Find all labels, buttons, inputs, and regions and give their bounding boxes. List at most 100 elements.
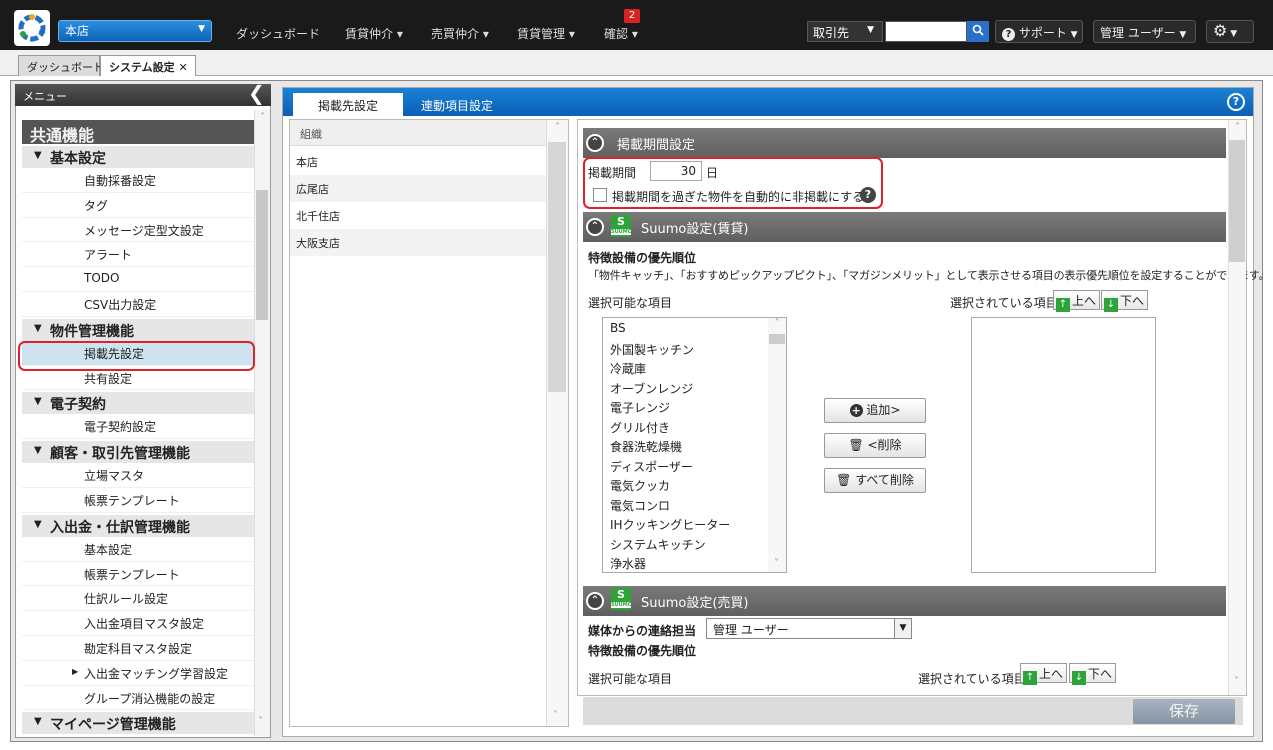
sidebar-item[interactable]: 勘定科目マスタ設定 xyxy=(22,636,254,661)
collapse-toggle-icon[interactable]: ⌃ xyxy=(586,134,604,152)
sidebar-group-accounting[interactable]: ▼ 入出金・仕訳管理機能 xyxy=(22,514,254,537)
sidebar-item[interactable]: 帳票テンプレート xyxy=(22,488,254,513)
org-row-hiroo[interactable]: 広尾店 xyxy=(290,175,546,202)
section-header-suumo-rent: Suumo設定(賃貸) xyxy=(583,212,1226,242)
search-input[interactable] xyxy=(885,21,967,42)
move-down-button[interactable]: ↓ 下へ xyxy=(1101,290,1149,312)
sidebar-item[interactable]: 帳票テンプレート xyxy=(22,562,254,587)
move-up-button[interactable]: ↑ 上へ xyxy=(1053,290,1101,312)
priority-description: 「物件キャッチ」、「おすすめピックアップピクト」、「マガジンメリット」として表示… xyxy=(588,269,1270,282)
list-item[interactable]: 冷蔵庫 xyxy=(610,360,646,377)
support-label: サポート xyxy=(1018,26,1067,40)
list-item[interactable]: 電気クッカ xyxy=(610,477,670,494)
sidebar-item[interactable]: メッセージ定型文設定 xyxy=(22,218,254,243)
save-button[interactable]: 保存 xyxy=(1133,699,1235,724)
user-menu-button[interactable]: 管理 ユーザー ▼ xyxy=(1093,20,1196,43)
group-label: 入出金・仕訳管理機能 xyxy=(50,519,190,536)
chevron-up-icon[interactable]: ˄ xyxy=(768,318,786,329)
selected-items-listbox[interactable] xyxy=(971,317,1156,573)
org-row-osaka[interactable]: 大阪支店 xyxy=(290,229,546,256)
move-down-button[interactable]: ↓ 下へ xyxy=(1069,663,1117,685)
sidebar-group-mypage[interactable]: ▼ マイページ管理機能 xyxy=(22,712,254,735)
group-label: 物件管理機能 xyxy=(50,323,134,340)
sidebar-item[interactable]: CSV出力設定 xyxy=(22,292,254,317)
nav-sales-brokerage[interactable]: 売買仲介 ▾ xyxy=(431,25,489,42)
arrow-up-icon: ↑ xyxy=(1056,298,1070,312)
sidebar-item[interactable]: タグ xyxy=(22,193,254,218)
collapse-toggle-icon[interactable]: ⌃ xyxy=(586,592,604,610)
chevron-up-icon[interactable]: ˄ xyxy=(1229,122,1246,133)
section-title: Suumo設定(賃貸) xyxy=(641,222,749,237)
chevron-down-icon: ▼ xyxy=(1070,30,1078,40)
sidebar-item[interactable]: アラート xyxy=(22,242,254,268)
sidebar-item[interactable]: 立場マスタ xyxy=(22,463,254,488)
caret-right-icon: ▶ xyxy=(72,666,79,676)
chevron-down-icon[interactable]: ˅ xyxy=(1234,676,1239,687)
caret-down-icon: ▼ xyxy=(34,396,42,408)
available-items-label: 選択可能な項目 xyxy=(588,296,673,310)
list-item[interactable]: IHクッキングヒーター xyxy=(610,516,730,533)
available-items-scroll-thumb[interactable] xyxy=(769,334,785,344)
org-row-kitasenju[interactable]: 北千住店 xyxy=(290,202,546,229)
page-tab-system-settings[interactable]: システム設定 ✕ xyxy=(100,55,196,76)
sidebar-item[interactable]: 電子契約設定 xyxy=(22,414,254,440)
chevron-down-icon[interactable]: ˅ xyxy=(553,710,558,721)
collapse-sidebar-icon[interactable]: ❮ xyxy=(248,83,265,103)
list-item[interactable]: グリル付き xyxy=(610,419,670,436)
help-icon[interactable]: ? xyxy=(1227,93,1245,111)
list-item[interactable]: オーブンレンジ xyxy=(610,380,693,397)
content-scroll-thumb[interactable] xyxy=(1229,140,1245,262)
list-item[interactable]: BS xyxy=(610,321,626,335)
page-tab-dashboard[interactable]: ダッシュボード xyxy=(18,55,104,76)
collapse-toggle-icon[interactable]: ⌃ xyxy=(586,218,604,236)
add-item-button[interactable]: + 追加> xyxy=(824,398,926,423)
list-item[interactable]: ディスポーザー xyxy=(610,458,693,475)
contact-person-select[interactable]: 管理 ユーザー xyxy=(706,618,912,639)
sidebar-scroll-thumb[interactable] xyxy=(256,190,268,320)
search-target-select[interactable]: 取引先 ▼ xyxy=(807,21,883,42)
search-button[interactable] xyxy=(967,21,989,42)
group-label: 電子契約 xyxy=(50,397,106,414)
list-item[interactable]: 外国製キッチン xyxy=(610,341,694,358)
sidebar-item[interactable]: 基本設定 xyxy=(22,537,254,562)
settings-menu-button[interactable]: ⚙ ▼ xyxy=(1206,20,1254,43)
sidebar-item-expandable[interactable]: ▶ 入出金マッチング学習設定 xyxy=(22,661,254,686)
list-item[interactable]: 食器洗乾燥機 xyxy=(610,438,682,455)
org-list-scroll-thumb[interactable] xyxy=(548,142,566,392)
sidebar-group-customer-management[interactable]: ▼ 顧客・取引先管理機能 xyxy=(22,441,254,464)
sidebar-group-basic-settings[interactable]: ▼ 基本設定 xyxy=(22,146,254,168)
sidebar-item[interactable]: 仕訳ルール設定 xyxy=(22,586,254,612)
list-item[interactable]: 浄水器 xyxy=(610,555,646,572)
tab-linked-fields[interactable]: 連動項目設定 xyxy=(405,93,509,116)
nav-confirm[interactable]: 確認 ▾ xyxy=(604,25,638,42)
sidebar-group-e-contract[interactable]: ▼ 電子契約 xyxy=(22,392,254,415)
support-menu-button[interactable]: ? サポート ▼ xyxy=(995,20,1083,43)
sidebar-item[interactable]: 入出金項目マスタ設定 xyxy=(22,611,254,636)
app-logo-icon[interactable] xyxy=(14,10,50,46)
sidebar-item[interactable]: グループ消込機能の設定 xyxy=(22,686,254,711)
org-row-honten[interactable]: 本店 xyxy=(290,148,546,175)
sidebar-item[interactable]: TODO xyxy=(22,267,254,292)
list-item[interactable]: システムキッチン xyxy=(610,536,706,553)
chevron-down-icon[interactable]: ˅ xyxy=(774,558,779,569)
selected-items-label: 選択されている項目 xyxy=(950,296,1058,310)
tab-listing-settings[interactable]: 掲載先設定 xyxy=(293,93,403,116)
chevron-down-icon[interactable]: ▼ xyxy=(894,619,911,638)
sidebar-group-property-management[interactable]: ▼ 物件管理機能 xyxy=(22,318,254,341)
remove-all-label: すべて削除 xyxy=(855,473,914,487)
chevron-up-icon[interactable]: ˄ xyxy=(547,122,568,133)
sidebar-item[interactable]: 自動採番設定 xyxy=(22,168,254,193)
chevron-up-icon[interactable]: ˄ xyxy=(255,112,270,123)
nav-rental-brokerage[interactable]: 賃貸仲介 ▾ xyxy=(345,25,403,42)
chevron-down-icon[interactable]: ˅ xyxy=(258,716,263,727)
list-item[interactable]: 電子レンジ xyxy=(610,399,670,416)
move-up-button[interactable]: ↑ 上へ xyxy=(1020,663,1068,685)
list-item[interactable]: 電気コンロ xyxy=(610,497,670,514)
nav-rental-management[interactable]: 賃貸管理 ▾ xyxy=(517,25,575,42)
remove-all-button[interactable]: 🗑 すべて削除 xyxy=(824,468,926,493)
section-header-suumo-sale: Suumo設定(売買) xyxy=(583,586,1226,616)
store-select[interactable]: 本店 ▼ xyxy=(58,20,212,42)
available-items-scrollbar[interactable]: ˄ xyxy=(768,318,786,572)
remove-item-button[interactable]: 🗑 <削除 xyxy=(824,433,926,458)
nav-dashboard[interactable]: ダッシュボード xyxy=(236,25,320,42)
